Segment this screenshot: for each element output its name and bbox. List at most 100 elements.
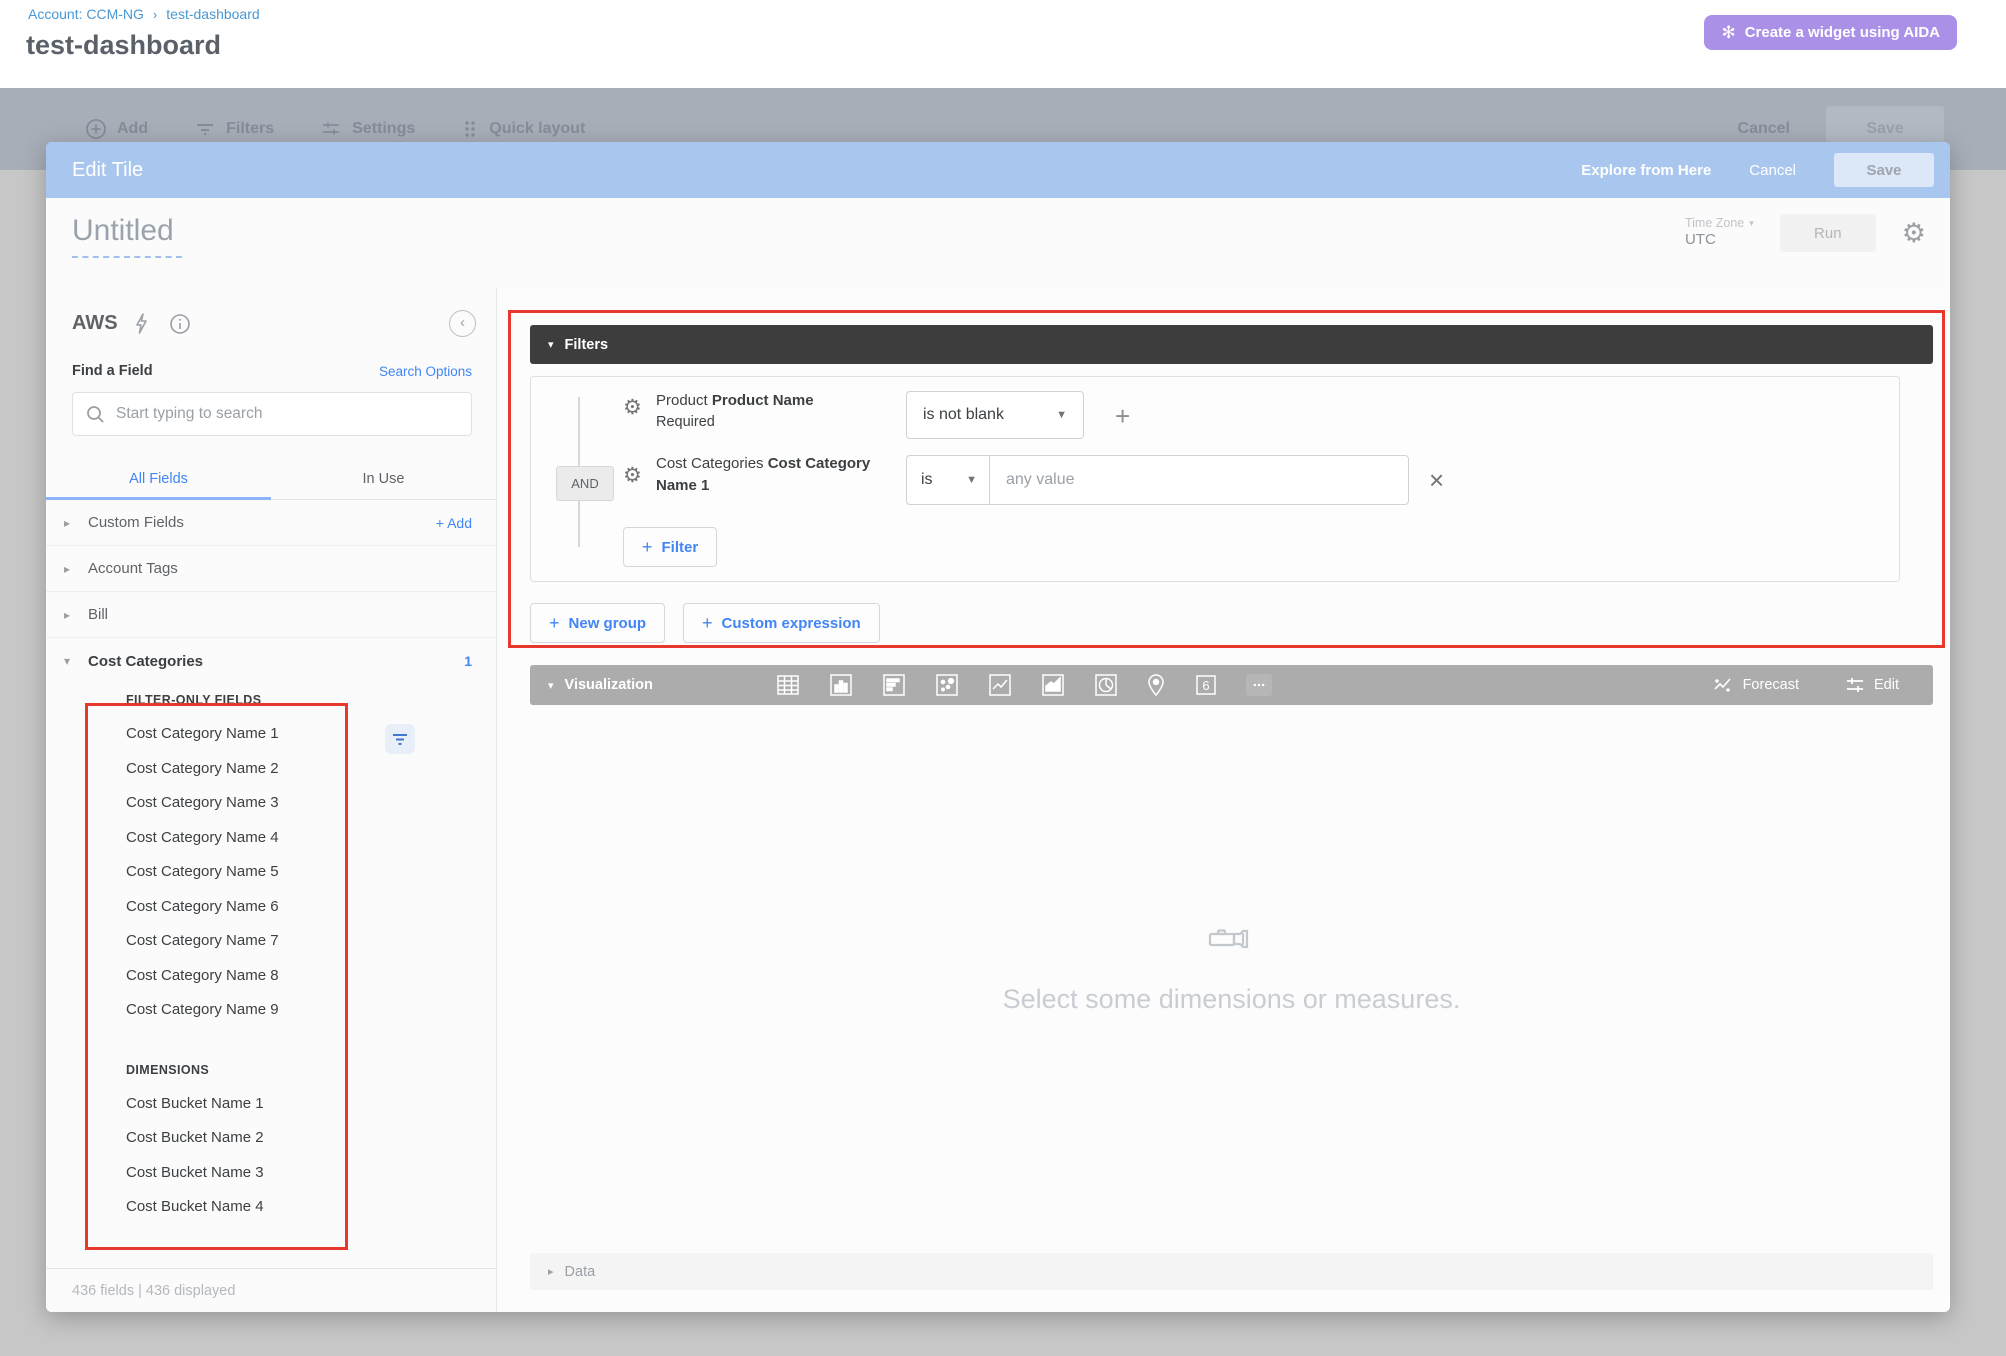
filter-row2-condition: is ▼	[906, 455, 1409, 505]
toolbar-settings-button[interactable]: Settings	[320, 118, 415, 140]
caret-right-icon: ▸	[64, 516, 76, 530]
timezone-value: UTC	[1685, 231, 1754, 250]
line-chart-viz-icon[interactable]	[987, 672, 1013, 698]
toolbar-filters-button[interactable]: Filters	[194, 118, 274, 140]
top-page-bar: Account: CCM-NG › test-dashboard test-da…	[0, 0, 2006, 88]
sidebar-item-account-tags[interactable]: ▸ Account Tags	[46, 546, 496, 592]
flashlight-icon	[1207, 926, 1257, 952]
breadcrumb: Account: CCM-NG › test-dashboard	[28, 6, 260, 22]
breadcrumb-account-link[interactable]: Account: CCM-NG	[28, 6, 144, 22]
toolbar-add-button[interactable]: Add	[85, 118, 148, 140]
edit-sliders-icon	[1845, 676, 1865, 694]
field-item-cost-bucket[interactable]: Cost Bucket Name 4	[126, 1190, 496, 1225]
table-viz-icon[interactable]	[775, 672, 801, 698]
caret-right-icon: ▸	[64, 608, 76, 622]
field-item-cost-category[interactable]: Cost Category Name 7	[126, 924, 496, 959]
field-search-input[interactable]	[116, 405, 458, 423]
field-item-cost-category[interactable]: Cost Category Name 5	[126, 855, 496, 890]
tile-name-input[interactable]: Untitled	[72, 214, 174, 248]
caret-down-icon: ▾	[548, 338, 554, 351]
filter-row1-operator-dropdown[interactable]: is not blank ▼	[906, 391, 1084, 439]
visualization-bar: ▾ Visualization 6	[530, 665, 1933, 705]
sliders-icon	[320, 118, 342, 140]
search-options-link[interactable]: Search Options	[379, 364, 472, 379]
sidebar-item-bill[interactable]: ▸ Bill	[46, 592, 496, 638]
field-name: Product Name	[712, 392, 814, 409]
caret-right-icon: ▸	[548, 1265, 554, 1278]
caret-down-icon: ▾	[64, 654, 76, 668]
create-widget-aida-button[interactable]: ✻ Create a widget using AIDA	[1704, 15, 1957, 50]
lightning-bolt-icon[interactable]	[134, 313, 149, 334]
field-filter-toggle[interactable]	[385, 724, 415, 754]
custom-expression-button[interactable]: + Custom expression	[683, 603, 880, 643]
scatter-viz-icon[interactable]	[934, 672, 960, 698]
field-item-cost-category[interactable]: Cost Category Name 9	[126, 993, 496, 1028]
field-item-cost-category[interactable]: Cost Category Name 8	[126, 959, 496, 994]
modal-save-button[interactable]: Save	[1834, 153, 1934, 187]
run-button[interactable]: Run	[1780, 214, 1876, 252]
filter-and-connector[interactable]: AND	[556, 466, 614, 501]
field-count-footer: 436 fields | 436 displayed	[46, 1268, 496, 1312]
filter-row1-field: Product Product Name Required	[656, 390, 886, 433]
add-filter-button[interactable]: + Filter	[623, 527, 717, 567]
edit-visualization-button[interactable]: Edit	[1845, 676, 1899, 694]
field-item-cost-bucket[interactable]: Cost Bucket Name 3	[126, 1156, 496, 1191]
field-item-cost-category[interactable]: Cost Category Name 3	[126, 786, 496, 821]
chevron-down-icon: ▼	[1056, 409, 1067, 421]
field-item-cost-category[interactable]: Cost Category Name 6	[126, 890, 496, 925]
new-group-label: New group	[569, 615, 647, 632]
filters-section-header[interactable]: ▾ Filters	[530, 325, 1933, 364]
toolbar-cancel-button[interactable]: Cancel	[1738, 120, 1790, 138]
filter-row2-operator-dropdown[interactable]: is ▼	[906, 455, 990, 505]
filter-row2-remove-icon[interactable]: ×	[1429, 465, 1444, 496]
single-value-viz-icon[interactable]: 6	[1193, 672, 1219, 698]
toolbar-filters-label: Filters	[226, 120, 274, 138]
explore-from-here-button[interactable]: Explore from Here	[1581, 162, 1711, 179]
field-item-cost-category[interactable]: Cost Category Name 4	[126, 821, 496, 856]
sidebar-item-custom-fields[interactable]: ▸ Custom Fields + Add	[46, 500, 496, 546]
section-label: Bill	[88, 606, 108, 623]
collapse-sidebar-icon[interactable]: ‹	[449, 310, 476, 337]
info-icon[interactable]	[169, 313, 191, 335]
chevron-down-icon: ▾	[1749, 218, 1754, 229]
filter-row2-gear-icon[interactable]: ⚙	[623, 465, 642, 486]
field-item-cost-category[interactable]: Cost Category Name 1	[126, 717, 496, 752]
pie-chart-viz-icon[interactable]	[1093, 672, 1119, 698]
filter-row1-gear-icon[interactable]: ⚙	[623, 397, 642, 418]
modal-cancel-button[interactable]: Cancel	[1749, 162, 1796, 179]
forecast-button[interactable]: Forecast	[1712, 676, 1799, 694]
filter-row1-add-value-icon[interactable]: +	[1115, 401, 1130, 432]
svg-text:6: 6	[1202, 678, 1209, 693]
breadcrumb-current-link[interactable]: test-dashboard	[166, 6, 259, 22]
breadcrumb-separator: ›	[153, 7, 157, 22]
more-viz-types-icon[interactable]	[1246, 674, 1272, 696]
tab-all-fields[interactable]: All Fields	[46, 458, 271, 499]
toolbar-add-label: Add	[117, 120, 148, 138]
custom-expression-label: Custom expression	[722, 615, 861, 632]
area-chart-viz-icon[interactable]	[1040, 672, 1066, 698]
field-item-cost-bucket[interactable]: Cost Bucket Name 2	[126, 1121, 496, 1156]
search-icon	[86, 405, 105, 424]
map-viz-icon[interactable]	[1146, 672, 1166, 698]
add-filter-label: Filter	[662, 539, 699, 556]
toolbar-quick-layout-button[interactable]: Quick layout	[461, 118, 585, 140]
field-picker-sidebar: AWS ‹ Find a Field Search Options All Fi…	[46, 288, 497, 1312]
data-section-header[interactable]: ▸ Data	[530, 1253, 1933, 1290]
operator-value: is not blank	[923, 406, 1004, 424]
visualization-section-header[interactable]: ▾ Visualization	[548, 677, 653, 693]
bar-chart-viz-icon[interactable]	[881, 672, 907, 698]
add-circle-icon	[85, 118, 107, 140]
add-custom-field-button[interactable]: + Add	[436, 515, 472, 531]
field-item-cost-bucket[interactable]: Cost Bucket Name 1	[126, 1087, 496, 1122]
forecast-sparkle-icon	[1712, 676, 1734, 694]
column-chart-viz-icon[interactable]	[828, 672, 854, 698]
new-group-button[interactable]: + New group	[530, 603, 665, 643]
timezone-selector[interactable]: Time Zone▾ UTC	[1685, 216, 1754, 250]
plus-icon: +	[702, 613, 713, 634]
filters-section-title: Filters	[565, 337, 609, 353]
filter-row2-value-input[interactable]	[989, 455, 1409, 505]
tab-in-use[interactable]: In Use	[271, 458, 496, 499]
sidebar-item-cost-categories[interactable]: ▾ Cost Categories 1	[46, 638, 496, 684]
field-item-cost-category[interactable]: Cost Category Name 2	[126, 752, 496, 787]
tile-settings-gear-icon[interactable]: ⚙	[1902, 220, 1926, 247]
